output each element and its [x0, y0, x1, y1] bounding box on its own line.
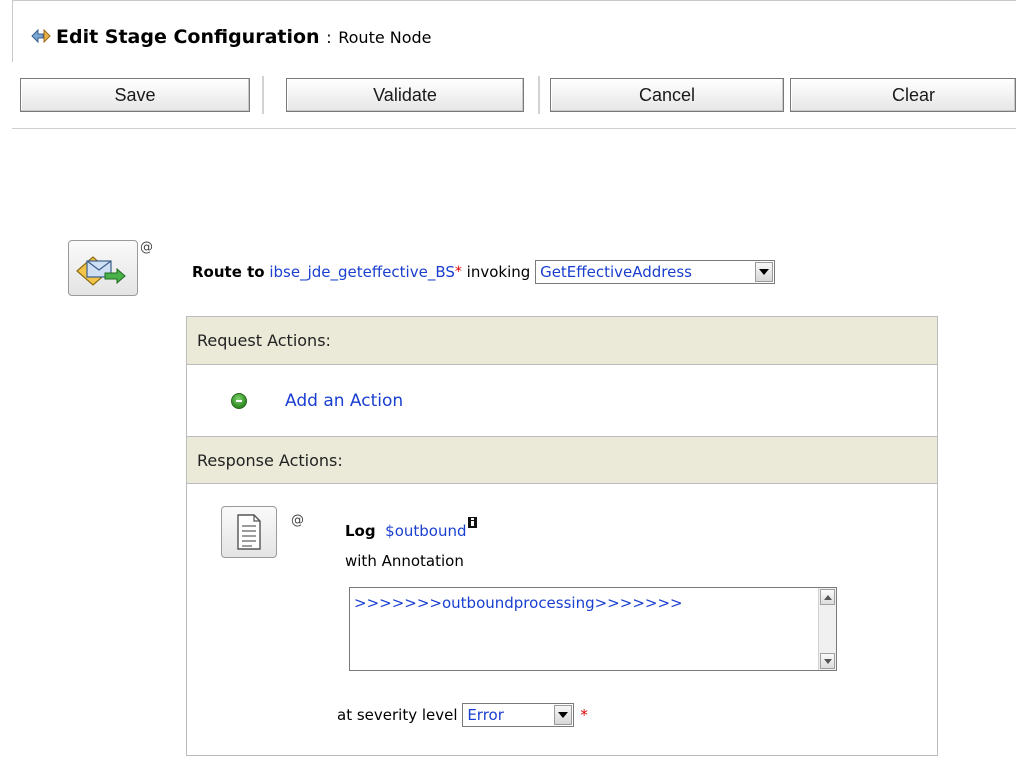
request-actions-header: Request Actions:: [187, 317, 937, 365]
route-envelope-icon[interactable]: [68, 240, 138, 296]
response-actions-header: Response Actions:: [187, 436, 937, 484]
severity-required-marker: *: [580, 706, 588, 724]
service-link[interactable]: ibse_jde_geteffective_BS: [269, 263, 455, 281]
log-annotation-marker[interactable]: @: [291, 513, 304, 528]
toolbar-divider: [262, 76, 264, 114]
clear-button[interactable]: Clear: [790, 78, 1016, 112]
severity-select-value: Error: [467, 706, 504, 724]
toolbar-divider: [538, 76, 540, 114]
route-keyword: Route to: [192, 263, 265, 281]
invoking-label: invoking: [466, 263, 531, 281]
textarea-scrollbar[interactable]: [818, 588, 836, 670]
save-button[interactable]: Save: [20, 78, 250, 112]
severity-select[interactable]: Error: [462, 703, 575, 727]
chevron-down-icon[interactable]: [554, 705, 573, 725]
add-action-link[interactable]: Add an Action: [285, 391, 403, 411]
operation-select[interactable]: GetEffectiveAddress: [535, 260, 776, 284]
add-action-icon[interactable]: [231, 393, 247, 409]
route-annotation-marker[interactable]: @: [140, 240, 153, 255]
required-marker: *: [454, 264, 462, 280]
actions-panel: Request Actions: Add an Action Response …: [186, 316, 938, 756]
info-icon[interactable]: [467, 517, 477, 528]
severity-label: at severity level: [337, 706, 458, 724]
log-line: Log $outbound: [345, 517, 477, 540]
validate-button[interactable]: Validate: [286, 78, 524, 112]
annotation-textarea[interactable]: >>>>>>>outboundprocessing>>>>>>>: [349, 587, 837, 671]
operation-select-value: GetEffectiveAddress: [540, 263, 692, 281]
cancel-button[interactable]: Cancel: [550, 78, 784, 112]
scroll-up-icon[interactable]: [820, 589, 835, 605]
page-title-row: Edit Stage Configuration : Route Node: [30, 26, 432, 50]
title-separator: :: [326, 28, 332, 47]
toolbar: Save Validate Cancel Clear: [12, 70, 1016, 129]
log-variable-link[interactable]: $outbound: [385, 522, 466, 540]
log-document-icon[interactable]: [221, 506, 277, 558]
page-title: Edit Stage Configuration: [56, 26, 320, 48]
annotation-text[interactable]: >>>>>>>outboundprocessing>>>>>>>: [354, 594, 683, 612]
page-subtitle: Route Node: [338, 28, 432, 47]
route-line: Route to ibse_jde_geteffective_BS * invok…: [192, 259, 776, 285]
scroll-down-icon[interactable]: [820, 653, 835, 669]
severity-row: at severity level Error *: [337, 703, 588, 727]
annotation-label: with Annotation: [345, 552, 464, 570]
edit-stage-icon: [30, 27, 52, 50]
chevron-down-icon[interactable]: [755, 262, 774, 282]
log-keyword: Log: [345, 522, 376, 540]
